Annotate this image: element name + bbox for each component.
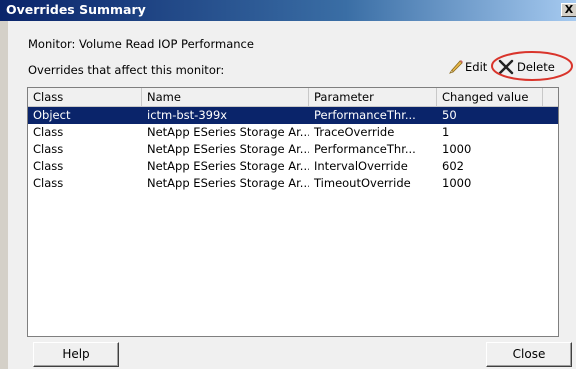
window-frame bbox=[0, 21, 8, 369]
overrides-summary-window: Overrides Summary X Monitor: Volume Read… bbox=[0, 0, 576, 369]
cell-parameter: TraceOverride bbox=[314, 125, 395, 139]
table-row[interactable]: Object ictm-bst-399x PerformanceThr... 5… bbox=[28, 107, 558, 124]
cell-changed-value: 50 bbox=[442, 108, 457, 122]
list-header: Class Name Parameter Changed value bbox=[28, 88, 558, 107]
cell-class: Class bbox=[33, 125, 64, 139]
table-row[interactable]: Class NetApp ESeries Storage Ar... Perfo… bbox=[28, 141, 558, 158]
pencil-icon bbox=[449, 60, 463, 74]
cell-class: Class bbox=[33, 142, 64, 156]
cell-name: NetApp ESeries Storage Ar... bbox=[147, 176, 309, 190]
cell-parameter: IntervalOverride bbox=[314, 159, 408, 173]
cell-changed-value: 1000 bbox=[442, 142, 472, 156]
edit-label: Edit bbox=[465, 60, 488, 74]
help-button[interactable]: Help bbox=[33, 342, 119, 367]
cell-name: NetApp ESeries Storage Ar... bbox=[147, 125, 309, 139]
cell-class: Class bbox=[33, 176, 64, 190]
delete-label: Delete bbox=[517, 60, 555, 74]
cell-class: Object bbox=[33, 108, 71, 122]
close-icon: X bbox=[564, 3, 574, 16]
table-row[interactable]: Class NetApp ESeries Storage Ar... Timeo… bbox=[28, 175, 558, 192]
table-row[interactable]: Class NetApp ESeries Storage Ar... Trace… bbox=[28, 124, 558, 141]
x-icon bbox=[498, 59, 514, 75]
title-bar[interactable]: Overrides Summary X bbox=[0, 0, 576, 21]
column-header-parameter[interactable]: Parameter bbox=[309, 88, 437, 107]
cell-name: NetApp ESeries Storage Ar... bbox=[147, 159, 309, 173]
cell-parameter: PerformanceThr... bbox=[314, 108, 416, 122]
monitor-label: Monitor: Volume Read IOP Performance bbox=[28, 37, 254, 51]
edit-button[interactable]: Edit bbox=[447, 57, 487, 77]
cell-parameter: PerformanceThr... bbox=[314, 142, 416, 156]
column-header-changed-value[interactable]: Changed value bbox=[437, 88, 543, 107]
overrides-list[interactable]: Class Name Parameter Changed value Objec… bbox=[27, 87, 559, 337]
window-close-button[interactable]: X bbox=[561, 3, 576, 17]
table-row[interactable]: Class NetApp ESeries Storage Ar... Inter… bbox=[28, 158, 558, 175]
cell-changed-value: 1 bbox=[442, 125, 450, 139]
cell-changed-value: 602 bbox=[442, 159, 464, 173]
cell-name: ictm-bst-399x bbox=[147, 108, 228, 122]
cell-name: NetApp ESeries Storage Ar... bbox=[147, 142, 309, 156]
cell-parameter: TimeoutOverride bbox=[314, 176, 411, 190]
column-header-name[interactable]: Name bbox=[142, 88, 309, 107]
column-header-class[interactable]: Class bbox=[28, 88, 142, 107]
cell-changed-value: 1000 bbox=[442, 176, 472, 190]
cell-class: Class bbox=[33, 159, 64, 173]
delete-button[interactable]: Delete bbox=[497, 55, 563, 79]
close-button[interactable]: Close bbox=[486, 342, 572, 367]
overrides-label: Overrides that affect this monitor: bbox=[28, 63, 225, 77]
column-header-spacer bbox=[543, 88, 558, 107]
window-title: Overrides Summary bbox=[6, 2, 146, 17]
